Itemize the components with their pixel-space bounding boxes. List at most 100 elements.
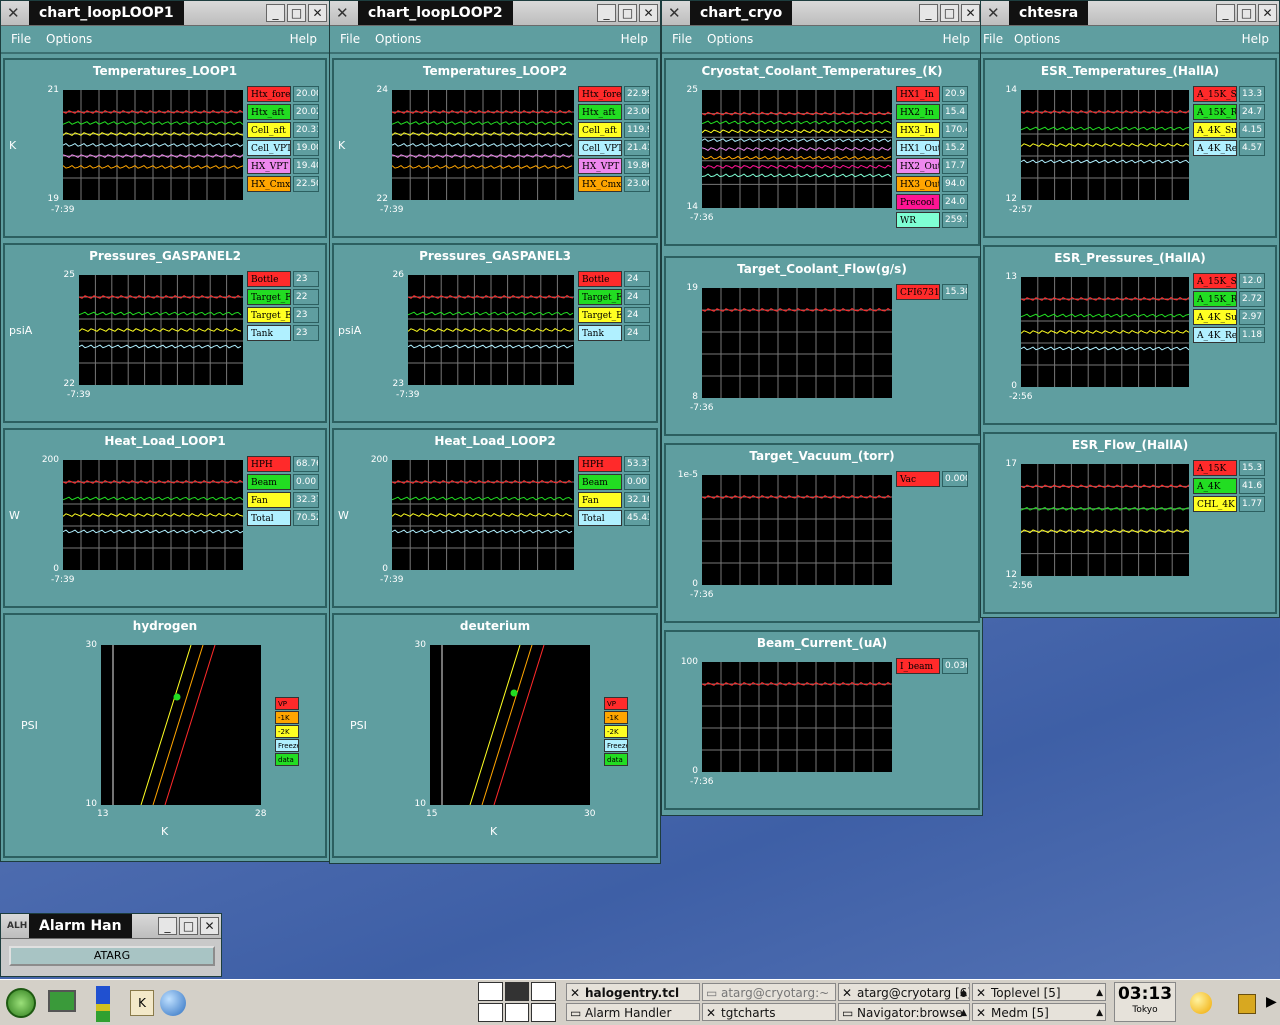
legend-entry[interactable]: Tank 24: [578, 325, 650, 341]
close-button[interactable]: ✕: [639, 4, 658, 22]
titlebar[interactable]: ✕ chtesra _ □ ✕: [981, 1, 1279, 26]
minimize-button[interactable]: _: [158, 917, 177, 935]
legend-entry[interactable]: -2K: [275, 725, 299, 738]
strip-chart-plot[interactable]: [408, 275, 574, 385]
legend-entry[interactable]: CFI6731A15.30: [896, 284, 968, 300]
maximize-button[interactable]: □: [179, 917, 198, 935]
minimize-button[interactable]: _: [266, 4, 285, 22]
menu-help[interactable]: Help: [621, 32, 648, 46]
menu-options[interactable]: Options: [707, 32, 753, 46]
legend-entry[interactable]: Tank 23: [247, 325, 319, 341]
legend-entry[interactable]: Target_Ex24: [578, 307, 650, 323]
legend-entry[interactable]: WR259.7: [896, 212, 968, 228]
legend-entry[interactable]: -1K: [275, 711, 299, 724]
main-menu-icon[interactable]: [6, 988, 36, 1018]
legend-entry[interactable]: Vac0.0000: [896, 471, 968, 487]
task-alarm-handler[interactable]: ▭ Alarm Handler: [566, 1003, 700, 1021]
task-toplevel[interactable]: ✕ Toplevel [5] ▲: [972, 983, 1106, 1001]
legend-entry[interactable]: data: [275, 753, 299, 766]
minimize-button[interactable]: _: [919, 4, 938, 22]
legend-entry[interactable]: Cell_VPT21.41: [578, 140, 650, 156]
legend-entry[interactable]: HX3_In170.4: [896, 122, 968, 138]
maximize-button[interactable]: □: [1237, 4, 1256, 22]
legend-entry[interactable]: A_4K_Su 2.97: [1193, 309, 1265, 325]
legend-entry[interactable]: A_15K_S 13.3: [1193, 86, 1265, 102]
scroll-right-icon[interactable]: ▶: [1266, 994, 1277, 1010]
legend-entry[interactable]: HX1_Out 15.2: [896, 140, 968, 156]
menu-file[interactable]: File: [672, 32, 692, 46]
legend-entry[interactable]: A_4K_Su 4.15: [1193, 122, 1265, 138]
legend-entry[interactable]: A_4K_Re 1.18: [1193, 327, 1265, 343]
menu-help[interactable]: Help: [1242, 32, 1269, 46]
task-navigator[interactable]: ▭ Navigator:browse ▲: [838, 1003, 970, 1021]
strip-chart-plot[interactable]: [1021, 90, 1189, 200]
titlebar[interactable]: ✕ chart_loopLOOP1 _ □ ✕: [1, 1, 329, 26]
minimize-button[interactable]: _: [597, 4, 616, 22]
legend-entry[interactable]: Freeze: [604, 739, 628, 752]
legend-entry[interactable]: HX_Cmx22.50: [247, 176, 319, 192]
legend-entry[interactable]: Bottle 23: [247, 271, 319, 287]
legend-entry[interactable]: Htx_fore22.99: [578, 86, 650, 102]
legend-entry[interactable]: I_beam0.036: [896, 658, 968, 674]
minimize-button[interactable]: _: [1216, 4, 1235, 22]
update-status-icon[interactable]: [1190, 992, 1212, 1014]
strip-chart-plot[interactable]: [392, 460, 574, 570]
x-window-icon[interactable]: ✕: [668, 5, 684, 21]
task-halogentry[interactable]: ✕ halogentry.tcl: [566, 983, 700, 1001]
x-window-icon[interactable]: ✕: [7, 5, 23, 21]
legend-entry[interactable]: CHL_4K 1.77: [1193, 496, 1265, 512]
browser-globe-icon[interactable]: [160, 990, 186, 1016]
legend-entry[interactable]: A_4K 41.6: [1193, 478, 1265, 494]
legend-entry[interactable]: Beam 0.00: [578, 474, 650, 490]
phase-diagram-plot[interactable]: [101, 645, 261, 805]
close-button[interactable]: ✕: [961, 4, 980, 22]
maximize-button[interactable]: □: [287, 4, 306, 22]
legend-entry[interactable]: Total70.52: [247, 510, 319, 526]
legend-entry[interactable]: A_15K_R 2.72: [1193, 291, 1265, 307]
task-terminal-6[interactable]: ✕ atarg@cryotarg [6] ▲: [838, 983, 970, 1001]
maximize-button[interactable]: □: [940, 4, 959, 22]
legend-entry[interactable]: Target_Fl 22: [247, 289, 319, 305]
legend-entry[interactable]: HPH53.37: [578, 456, 650, 472]
strip-chart-plot[interactable]: [1021, 277, 1189, 387]
strip-chart-plot[interactable]: [63, 90, 243, 200]
legend-entry[interactable]: Htx_aft20.02: [247, 104, 319, 120]
task-terminal-1[interactable]: ▭ atarg@cryotarg:~: [702, 983, 836, 1001]
close-button[interactable]: ✕: [308, 4, 327, 22]
legend-entry[interactable]: HX2_In 15.4: [896, 104, 968, 120]
legend-entry[interactable]: HX_Cmx23.00: [578, 176, 650, 192]
strip-chart-plot[interactable]: [63, 460, 243, 570]
legend-entry[interactable]: Fan32.37: [247, 492, 319, 508]
legend-entry[interactable]: data: [604, 753, 628, 766]
gauge-icon[interactable]: [96, 986, 110, 1022]
titlebar[interactable]: ALH Alarm Han _ □ ✕: [1, 914, 221, 939]
clock[interactable]: 03:13 Tokyo: [1114, 982, 1176, 1022]
legend-entry[interactable]: Cell_aft119.99: [578, 122, 650, 138]
legend-entry[interactable]: Target_Fl 24: [578, 289, 650, 305]
menu-options[interactable]: Options: [1014, 32, 1060, 46]
task-medm[interactable]: ✕ Medm [5] ▲: [972, 1003, 1106, 1021]
strip-chart-plot[interactable]: [1021, 464, 1189, 576]
legend-entry[interactable]: HX3_Out 94.0: [896, 176, 968, 192]
office-icon[interactable]: K: [130, 990, 154, 1016]
legend-entry[interactable]: Htx_fore20.00: [247, 86, 319, 102]
legend-entry[interactable]: A_15K_R 24.7: [1193, 104, 1265, 120]
menu-help[interactable]: Help: [290, 32, 317, 46]
close-button[interactable]: ✕: [200, 917, 219, 935]
legend-entry[interactable]: HX_VPT19.86: [578, 158, 650, 174]
atarg-button[interactable]: ATARG: [9, 946, 215, 966]
menu-options[interactable]: Options: [375, 32, 421, 46]
legend-entry[interactable]: Cell_aft20.31: [247, 122, 319, 138]
legend-entry[interactable]: Precool 24.0: [896, 194, 968, 210]
legend-entry[interactable]: Bottle 24: [578, 271, 650, 287]
legend-entry[interactable]: HX_VPT19.40: [247, 158, 319, 174]
legend-entry[interactable]: HX2_Out 17.7: [896, 158, 968, 174]
strip-chart-plot[interactable]: [702, 288, 892, 398]
legend-entry[interactable]: Fan32.10: [578, 492, 650, 508]
strip-chart-plot[interactable]: [79, 275, 243, 385]
strip-chart-plot[interactable]: [702, 90, 892, 208]
menu-options[interactable]: Options: [46, 32, 92, 46]
strip-chart-plot[interactable]: [702, 662, 892, 772]
legend-entry[interactable]: Total45.436: [578, 510, 650, 526]
titlebar[interactable]: ✕ chart_cryo _ □ ✕: [662, 1, 982, 26]
